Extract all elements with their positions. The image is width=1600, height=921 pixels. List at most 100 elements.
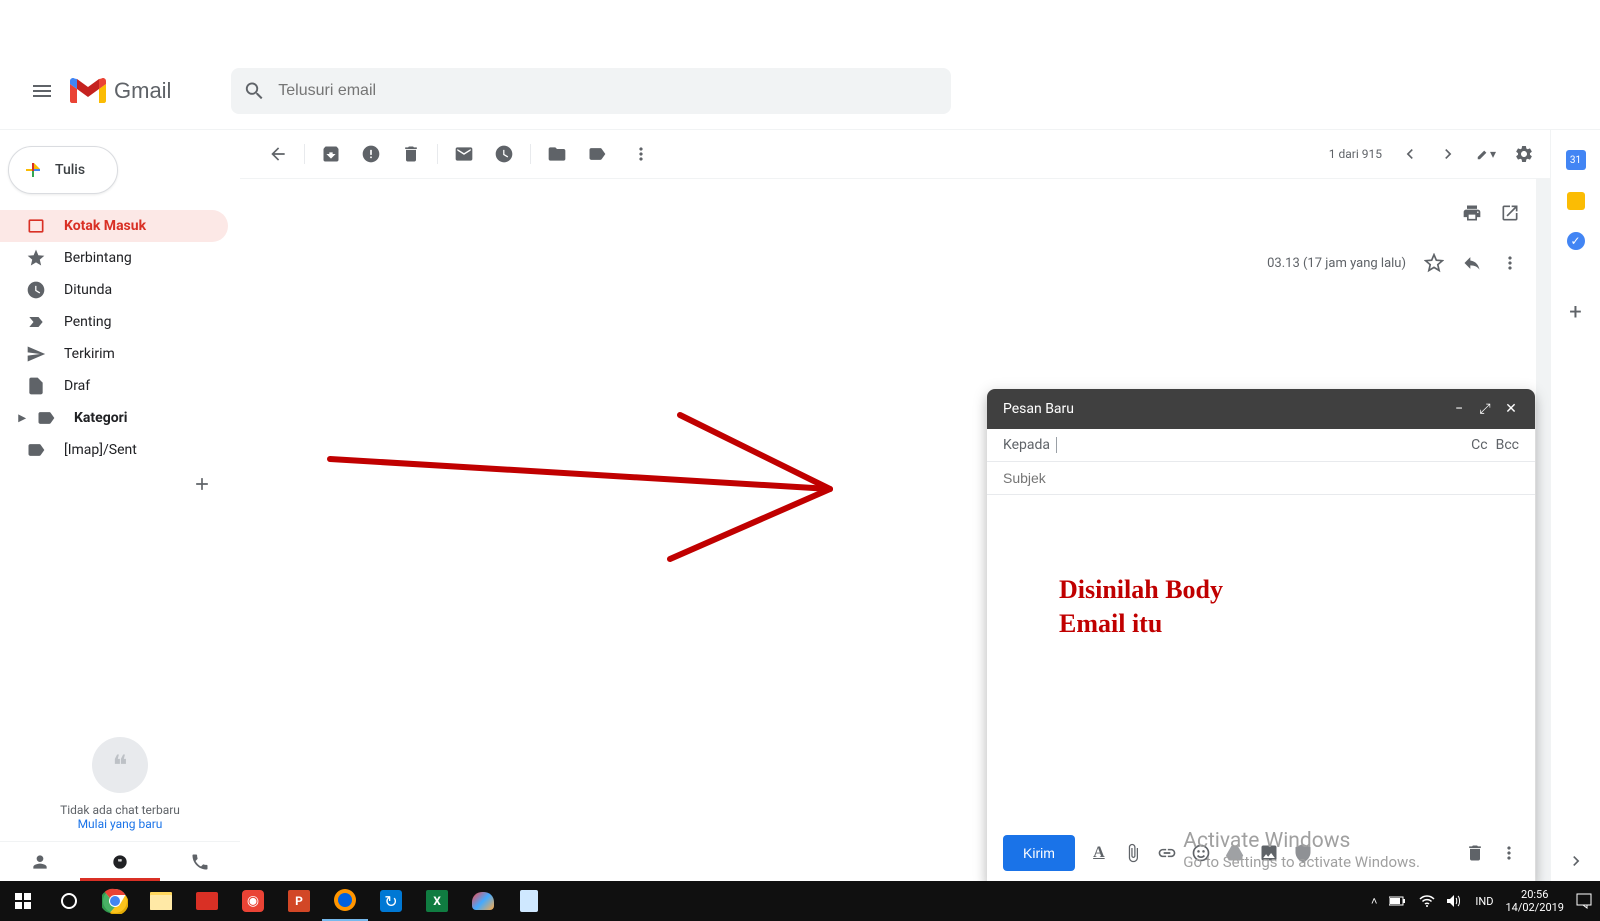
inbox-icon bbox=[26, 216, 46, 236]
powerpoint-icon[interactable]: P bbox=[276, 881, 322, 921]
moveto-icon[interactable] bbox=[547, 144, 567, 164]
sidebar-label: Draf bbox=[64, 378, 90, 394]
label-icon bbox=[26, 440, 46, 460]
excel-icon[interactable]: X bbox=[414, 881, 460, 921]
phone-tab[interactable] bbox=[160, 842, 240, 881]
prev-icon[interactable] bbox=[1400, 144, 1420, 164]
side-panel: 31 ✓ + bbox=[1550, 130, 1600, 881]
sidebar-item-starred[interactable]: Berbintang bbox=[0, 242, 228, 274]
sidebar-label: Kategori bbox=[74, 410, 127, 426]
send-button[interactable]: Kirim bbox=[1003, 835, 1075, 871]
svg-text:❞: ❞ bbox=[118, 858, 122, 868]
format-icon[interactable]: A bbox=[1089, 843, 1109, 863]
hangouts-panel: ❝ Tidak ada chat terbaru Mulai yang baru bbox=[0, 737, 240, 841]
confidential-icon[interactable] bbox=[1293, 843, 1313, 863]
sidebar-footer: ❞ bbox=[0, 841, 240, 881]
close-icon[interactable]: ✕ bbox=[1503, 401, 1519, 417]
tasks-icon[interactable]: ✓ bbox=[1567, 232, 1585, 250]
paint-icon[interactable] bbox=[460, 881, 506, 921]
windows-taskbar: ◉ P ↻ X ˄ IND 20:56 14/02/2019 bbox=[0, 881, 1600, 921]
compose-window: Pesan Baru − ⤢ ✕ Kepada Cc Bcc bbox=[987, 389, 1535, 881]
notifications-icon[interactable] bbox=[1576, 893, 1592, 909]
popout-icon[interactable] bbox=[1500, 203, 1520, 223]
calendar-icon[interactable]: 31 bbox=[1566, 150, 1586, 170]
back-icon[interactable] bbox=[268, 144, 288, 164]
compose-subject-field[interactable] bbox=[987, 462, 1535, 495]
fullscreen-icon[interactable]: ⤢ bbox=[1477, 401, 1493, 417]
volume-icon[interactable] bbox=[1447, 894, 1463, 908]
app-icon-3[interactable]: ↻ bbox=[368, 881, 414, 921]
more-msg-icon[interactable] bbox=[1500, 253, 1520, 273]
more-options-icon[interactable] bbox=[1499, 843, 1519, 863]
subject-input[interactable] bbox=[1003, 470, 1519, 486]
settings-icon[interactable] bbox=[1514, 144, 1534, 164]
compose-to-field[interactable]: Kepada Cc Bcc bbox=[987, 429, 1535, 462]
print-icon[interactable] bbox=[1462, 203, 1482, 223]
sidebar-item-inbox[interactable]: Kotak Masuk bbox=[0, 210, 228, 242]
battery-icon[interactable] bbox=[1389, 895, 1407, 907]
app-icon-1[interactable] bbox=[184, 881, 230, 921]
markunread-icon[interactable] bbox=[454, 144, 474, 164]
tray-up-icon[interactable]: ˄ bbox=[1371, 895, 1377, 908]
to-input[interactable] bbox=[1056, 437, 1471, 453]
next-icon[interactable] bbox=[1438, 144, 1458, 164]
chrome-icon[interactable] bbox=[92, 881, 138, 921]
photo-icon[interactable] bbox=[1259, 843, 1279, 863]
sidebar-item-imap-sent[interactable]: [Imap]/Sent bbox=[0, 434, 228, 466]
menu-icon[interactable] bbox=[18, 67, 66, 115]
explorer-icon[interactable] bbox=[138, 881, 184, 921]
reply-icon[interactable] bbox=[1462, 253, 1482, 273]
keep-icon[interactable] bbox=[1567, 192, 1585, 210]
more-icon[interactable] bbox=[631, 144, 651, 164]
wifi-icon[interactable] bbox=[1419, 895, 1435, 907]
firefox-icon[interactable] bbox=[322, 881, 368, 921]
hangouts-empty-text: Tidak ada chat terbaru bbox=[0, 803, 240, 817]
cc-link[interactable]: Cc bbox=[1471, 437, 1487, 453]
star-icon bbox=[26, 248, 46, 268]
spam-icon[interactable] bbox=[361, 144, 381, 164]
addons-plus-icon[interactable]: + bbox=[1566, 302, 1586, 322]
attach-icon[interactable] bbox=[1123, 843, 1143, 863]
search-input[interactable] bbox=[278, 82, 939, 100]
message-toolbar: 1 dari 915 ▾ bbox=[240, 130, 1550, 178]
discard-icon[interactable] bbox=[1465, 843, 1485, 863]
notepad-icon[interactable] bbox=[506, 881, 552, 921]
link-icon[interactable] bbox=[1157, 843, 1177, 863]
emoji-icon[interactable] bbox=[1191, 843, 1211, 863]
snooze-icon[interactable] bbox=[494, 144, 514, 164]
hangouts-new-link[interactable]: Mulai yang baru bbox=[0, 817, 240, 831]
sidebar-label: Terkirim bbox=[64, 346, 115, 362]
sidebar-item-snoozed[interactable]: Ditunda bbox=[0, 274, 228, 306]
minimize-icon[interactable]: − bbox=[1451, 401, 1467, 417]
sidebar-item-important[interactable]: Penting bbox=[0, 306, 228, 338]
labels-icon[interactable] bbox=[587, 144, 607, 164]
archive-icon[interactable] bbox=[321, 144, 341, 164]
cortana-icon[interactable] bbox=[46, 881, 92, 921]
star-msg-icon[interactable] bbox=[1424, 253, 1444, 273]
bcc-link[interactable]: Bcc bbox=[1496, 437, 1519, 453]
sidebar-item-drafts[interactable]: Draf bbox=[0, 370, 228, 402]
compose-header[interactable]: Pesan Baru − ⤢ ✕ bbox=[987, 389, 1535, 429]
search-box[interactable] bbox=[231, 68, 951, 114]
delete-icon[interactable] bbox=[401, 144, 421, 164]
main-content: 1 dari 915 ▾ 03.13 (17 jam yang lalu) bbox=[240, 130, 1550, 881]
app-icon-2[interactable]: ◉ bbox=[230, 881, 276, 921]
message-area: 03.13 (17 jam yang lalu) Pesan Baru − ⤢ bbox=[240, 178, 1550, 881]
language-indicator[interactable]: IND bbox=[1475, 895, 1493, 908]
compose-button[interactable]: Tulis bbox=[8, 146, 118, 194]
sidebar-label: Berbintang bbox=[64, 250, 132, 266]
sidebar-label: [Imap]/Sent bbox=[64, 442, 137, 458]
contacts-tab[interactable] bbox=[0, 842, 80, 881]
hangouts-tab[interactable]: ❞ bbox=[80, 842, 160, 881]
compose-body[interactable]: Disinilah Body Email itu bbox=[987, 495, 1535, 825]
side-collapse-icon[interactable] bbox=[1566, 851, 1586, 871]
sidebar-item-categories[interactable]: ▸ Kategori bbox=[0, 402, 228, 434]
scrollbar[interactable] bbox=[1536, 179, 1550, 881]
drive-icon[interactable] bbox=[1225, 843, 1245, 863]
clock[interactable]: 20:56 14/02/2019 bbox=[1505, 888, 1564, 914]
gmail-logo[interactable]: Gmail bbox=[70, 77, 171, 105]
sidebar-item-sent[interactable]: Terkirim bbox=[0, 338, 228, 370]
start-icon[interactable] bbox=[0, 881, 46, 921]
add-label-button[interactable] bbox=[0, 474, 240, 494]
input-tools-icon[interactable]: ▾ bbox=[1476, 144, 1496, 164]
